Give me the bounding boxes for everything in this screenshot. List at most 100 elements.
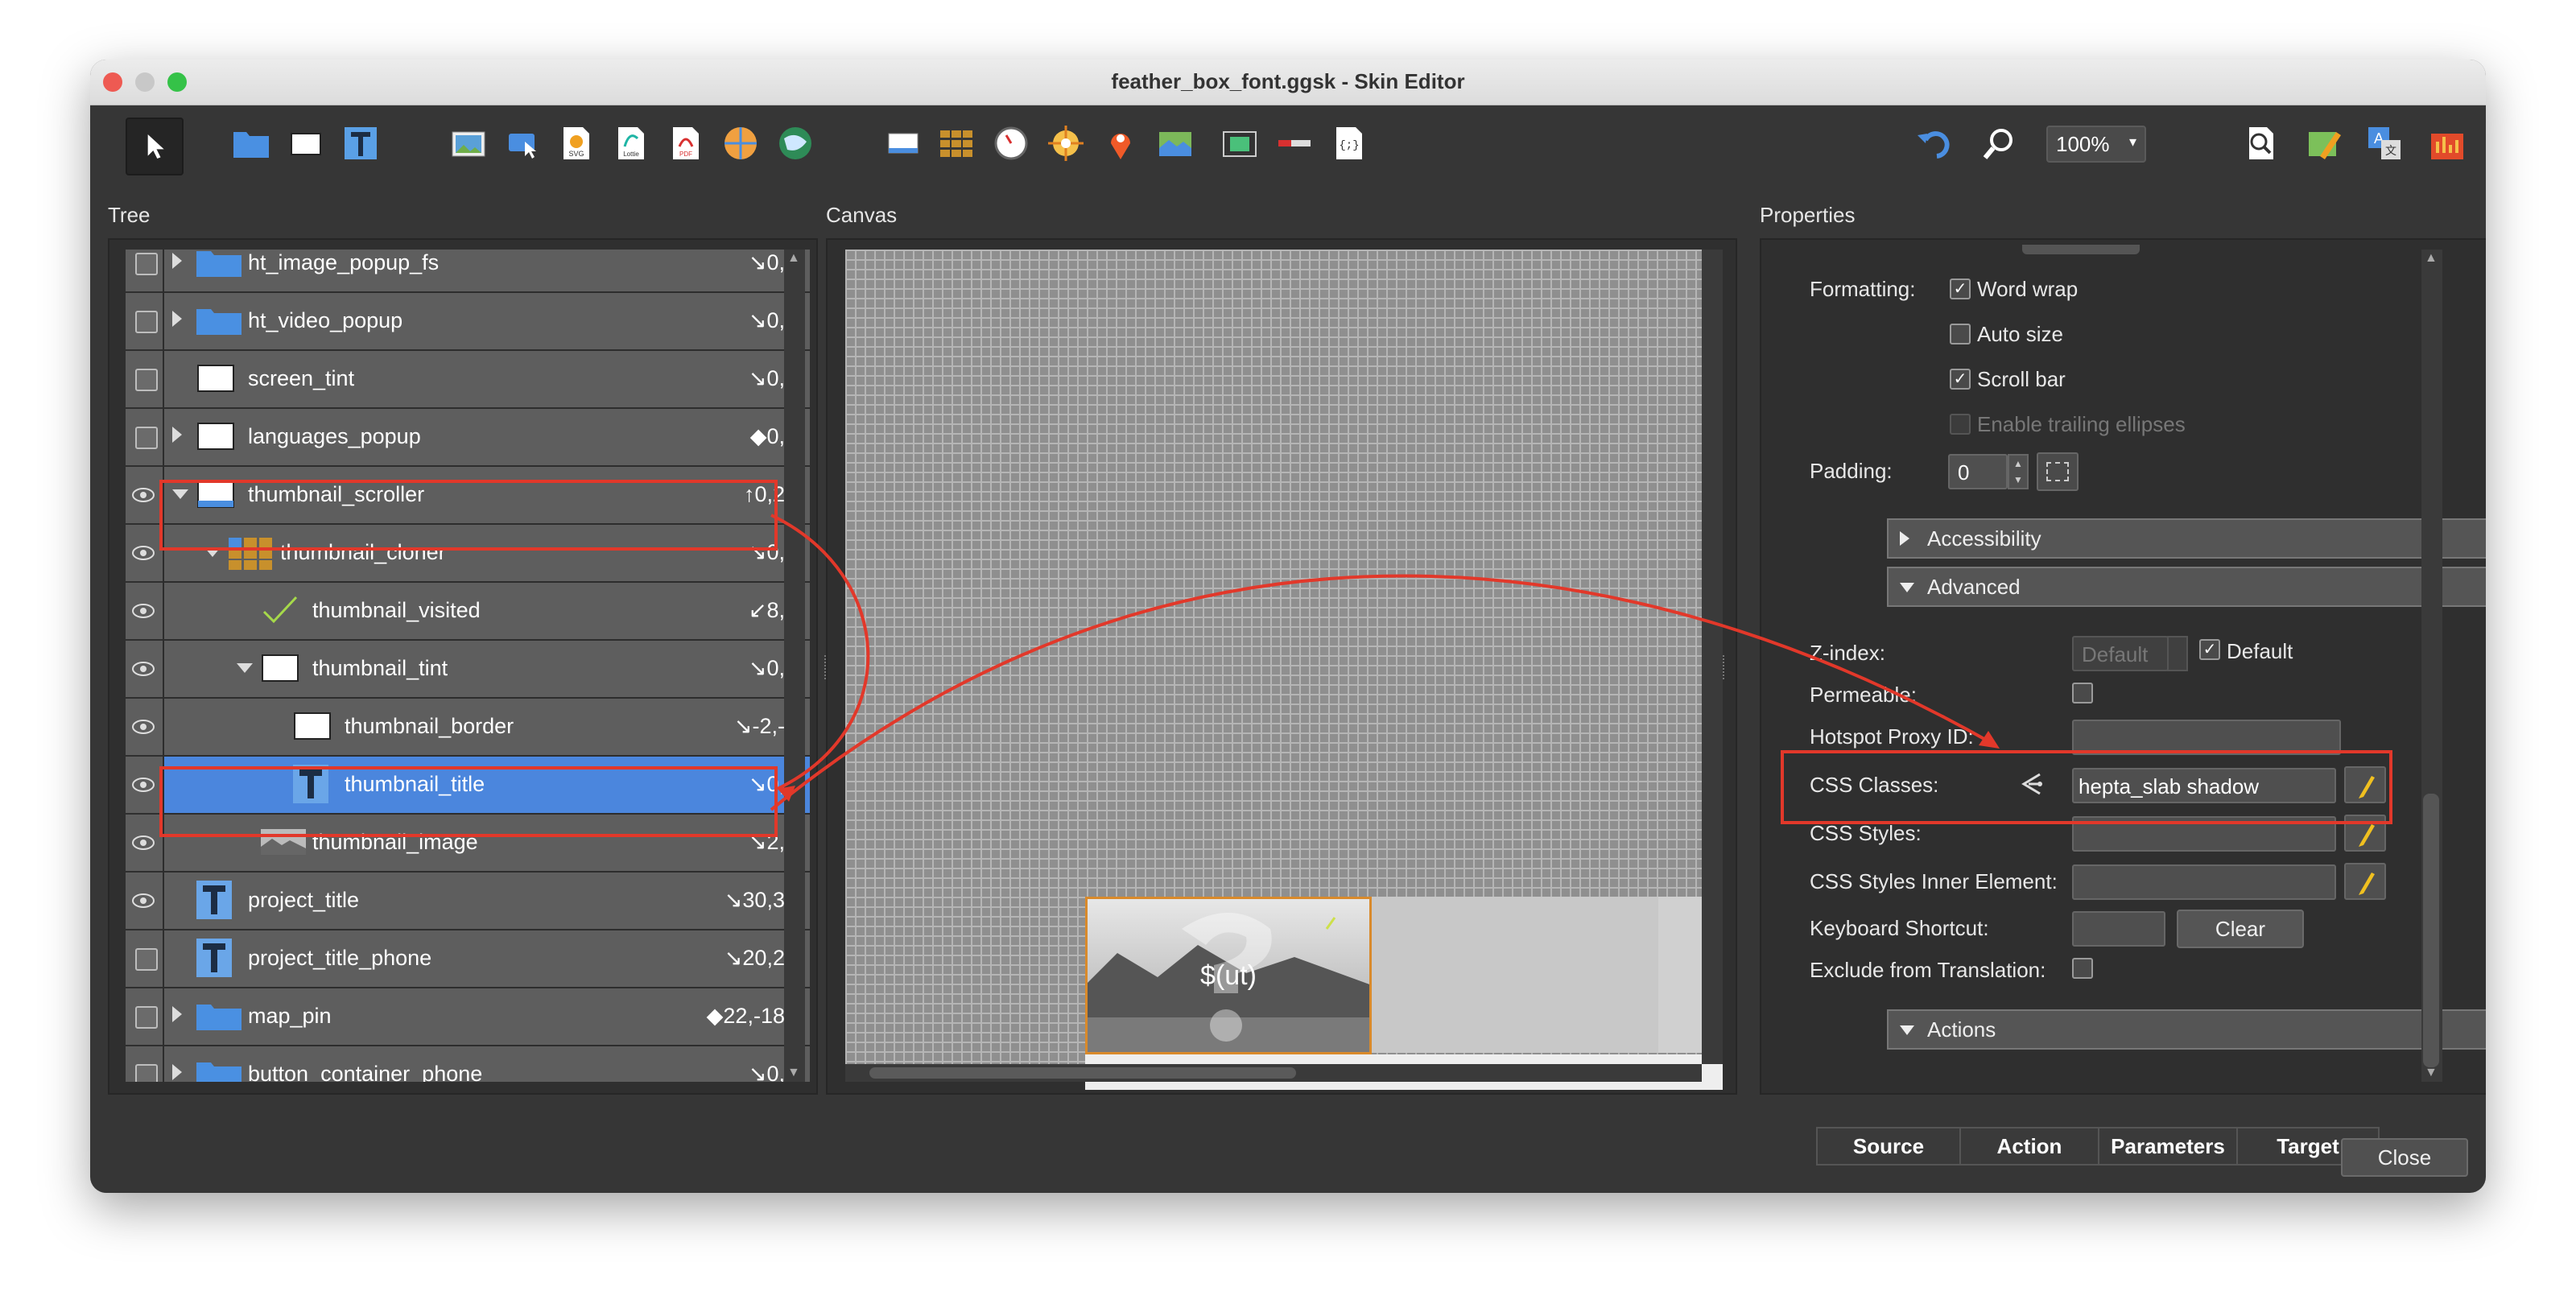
translation-icon[interactable]: A文 — [2365, 124, 2404, 163]
visibility-toggle[interactable] — [126, 873, 164, 929]
visibility-toggle[interactable] — [126, 467, 164, 523]
scrollbar-thumb[interactable] — [2423, 794, 2439, 1067]
visibility-checkbox[interactable] — [126, 250, 164, 291]
actions-column-action[interactable]: Action — [1959, 1127, 2099, 1166]
map-pin-tool-icon[interactable] — [1101, 124, 1140, 163]
chevron-down-icon[interactable] — [237, 663, 253, 673]
tree-row-map-pin[interactable]: map_pin ◆22,-186 — [126, 988, 810, 1046]
tree-scrollbar[interactable]: ▲ ▼ — [784, 250, 805, 1082]
hotspot-tool-icon[interactable] — [504, 124, 543, 163]
exclude-translation-checkbox[interactable] — [2072, 958, 2093, 979]
advanced-section[interactable]: Advanced — [1887, 567, 2486, 607]
canvas-vertical-scrollbar[interactable] — [1702, 250, 1723, 1064]
zoom-icon[interactable] — [1980, 124, 2019, 163]
keyboard-shortcut-label: Keyboard Shortcut: — [1810, 916, 1989, 940]
rectangle-tool-icon[interactable] — [287, 124, 325, 163]
scroll-down-icon[interactable]: ▼ — [787, 1066, 800, 1080]
canvas-area[interactable]: $(ut) — [845, 250, 1723, 1090]
tree-row-project-title-phone[interactable]: project_title_phone ↘20,20 — [126, 930, 810, 988]
tree-row-thumbnail-border[interactable]: thumbnail_border ↘-2,-2 — [126, 699, 810, 757]
actions-column-source[interactable]: Source — [1816, 1127, 1961, 1166]
visibility-toggle[interactable] — [126, 757, 164, 813]
z-index-stepper[interactable] — [2167, 636, 2188, 671]
visibility-checkbox[interactable] — [126, 1046, 164, 1082]
enable-trailing-ellipses-checkbox[interactable] — [1950, 414, 1971, 435]
tree-row-project-title[interactable]: project_title ↘30,30 — [126, 873, 810, 930]
accessibility-section[interactable]: Accessibility — [1887, 518, 2486, 559]
scroll-area-tool-icon[interactable] — [884, 124, 923, 163]
scrollbar-thumb[interactable] — [869, 1067, 1296, 1079]
tree-view[interactable]: ht_image_popup_fs ↘0,0 ht_video_popup ↘0,0 s… — [126, 250, 810, 1082]
eye-icon — [132, 835, 155, 850]
visibility-checkbox[interactable] — [126, 293, 164, 349]
chevron-right-icon[interactable] — [172, 1064, 182, 1080]
css-styles-inner-input[interactable] — [2072, 864, 2336, 900]
properties-scrollbar[interactable]: ▲ ▼ — [2421, 250, 2442, 1082]
permeable-checkbox[interactable] — [2072, 683, 2093, 703]
preview-icon[interactable] — [2241, 124, 2280, 163]
scroll-up-icon[interactable]: ▲ — [787, 251, 800, 266]
chevron-right-icon[interactable] — [172, 427, 182, 443]
tree-row-label: thumbnail_visited — [312, 598, 481, 622]
tree-row-thumbnail-visited[interactable]: thumbnail_visited ↙8,6 — [126, 583, 810, 641]
image-tool-icon[interactable] — [449, 124, 488, 163]
pdf-tool-icon[interactable]: PDF — [667, 124, 705, 163]
video-tool-icon[interactable] — [1220, 124, 1259, 163]
visibility-toggle[interactable] — [126, 583, 164, 639]
scroll-bar-checkbox[interactable]: ✓ — [1950, 369, 1971, 390]
folder-tool-icon[interactable] — [232, 124, 270, 163]
scroll-down-icon[interactable]: ▼ — [2425, 1066, 2438, 1080]
chevron-right-icon[interactable] — [172, 311, 182, 327]
canvas-horizontal-scrollbar[interactable] — [845, 1064, 1702, 1082]
visibility-toggle[interactable] — [126, 641, 164, 697]
map-tool-icon[interactable] — [1156, 124, 1195, 163]
progress-bar-tool-icon[interactable] — [1275, 124, 1314, 163]
tree-panel-label: Tree — [108, 203, 151, 227]
timer-tool-icon[interactable] — [992, 124, 1030, 163]
close-button[interactable]: Close — [2341, 1138, 2468, 1177]
css-styles-inner-edit-button[interactable] — [2344, 863, 2386, 900]
visibility-toggle[interactable] — [126, 699, 164, 755]
padding-input[interactable]: 0 — [1948, 454, 2008, 489]
tree-row-ht-video-popup[interactable]: ht_video_popup ↘0,0 — [126, 293, 810, 351]
skin-wizard-icon[interactable] — [2304, 124, 2343, 163]
select-tool-icon[interactable] — [126, 118, 184, 175]
chevron-right-icon[interactable] — [172, 1006, 182, 1022]
tree-row-languages-popup[interactable]: languages_popup ◆0,0 — [126, 409, 810, 467]
clear-shortcut-button[interactable]: Clear — [2177, 910, 2304, 948]
compass-tool-icon[interactable] — [1046, 124, 1085, 163]
tree-row-button-container-phone[interactable]: button_container_phone ↘0,0 — [126, 1046, 810, 1082]
text-tool-icon[interactable] — [341, 124, 380, 163]
tree-row-ht-image-popup-fs[interactable]: ht_image_popup_fs ↘0,0 — [126, 250, 810, 293]
video-panorama-tool-icon[interactable] — [776, 124, 815, 163]
undo-icon[interactable] — [1913, 124, 1951, 163]
splitter-handle[interactable] — [1723, 655, 1728, 679]
component-store-icon[interactable] — [2428, 124, 2467, 163]
actions-section[interactable]: Actions — [1887, 1009, 2486, 1050]
auto-size-checkbox[interactable] — [1950, 324, 1971, 345]
thumbnail-preview[interactable]: $(ut) — [1085, 897, 1372, 1054]
padding-expand-icon[interactable] — [2037, 452, 2079, 491]
chevron-right-icon[interactable] — [172, 253, 182, 269]
code-tool-icon[interactable]: {;} — [1330, 124, 1368, 163]
actions-column-parameters[interactable]: Parameters — [2098, 1127, 2238, 1166]
panorama-tool-icon[interactable] — [721, 124, 760, 163]
z-index-input[interactable]: Default — [2072, 636, 2169, 671]
cloner-tool-icon[interactable] — [937, 124, 976, 163]
visibility-checkbox[interactable] — [126, 351, 164, 407]
svg-tool-icon[interactable]: SVG — [557, 124, 596, 163]
visibility-checkbox[interactable] — [126, 930, 164, 987]
visibility-toggle[interactable] — [126, 525, 164, 581]
tree-row-thumbnail-tint[interactable]: thumbnail_tint ↘0,0 — [126, 641, 810, 699]
visibility-checkbox[interactable] — [126, 988, 164, 1045]
tree-row-screen-tint[interactable]: screen_tint ↘0,0 — [126, 351, 810, 409]
padding-stepper[interactable]: ▲ ▼ — [2008, 454, 2029, 489]
zoom-level-select[interactable]: 100% ▾ — [2046, 126, 2146, 163]
scroll-up-icon[interactable]: ▲ — [2425, 251, 2438, 266]
visibility-toggle[interactable] — [126, 815, 164, 871]
keyboard-shortcut-input[interactable] — [2072, 911, 2165, 947]
z-index-default-checkbox[interactable]: ✓ — [2199, 639, 2220, 660]
visibility-checkbox[interactable] — [126, 409, 164, 465]
word-wrap-checkbox[interactable]: ✓ — [1950, 278, 1971, 299]
lottie-tool-icon[interactable]: Lottie — [612, 124, 650, 163]
